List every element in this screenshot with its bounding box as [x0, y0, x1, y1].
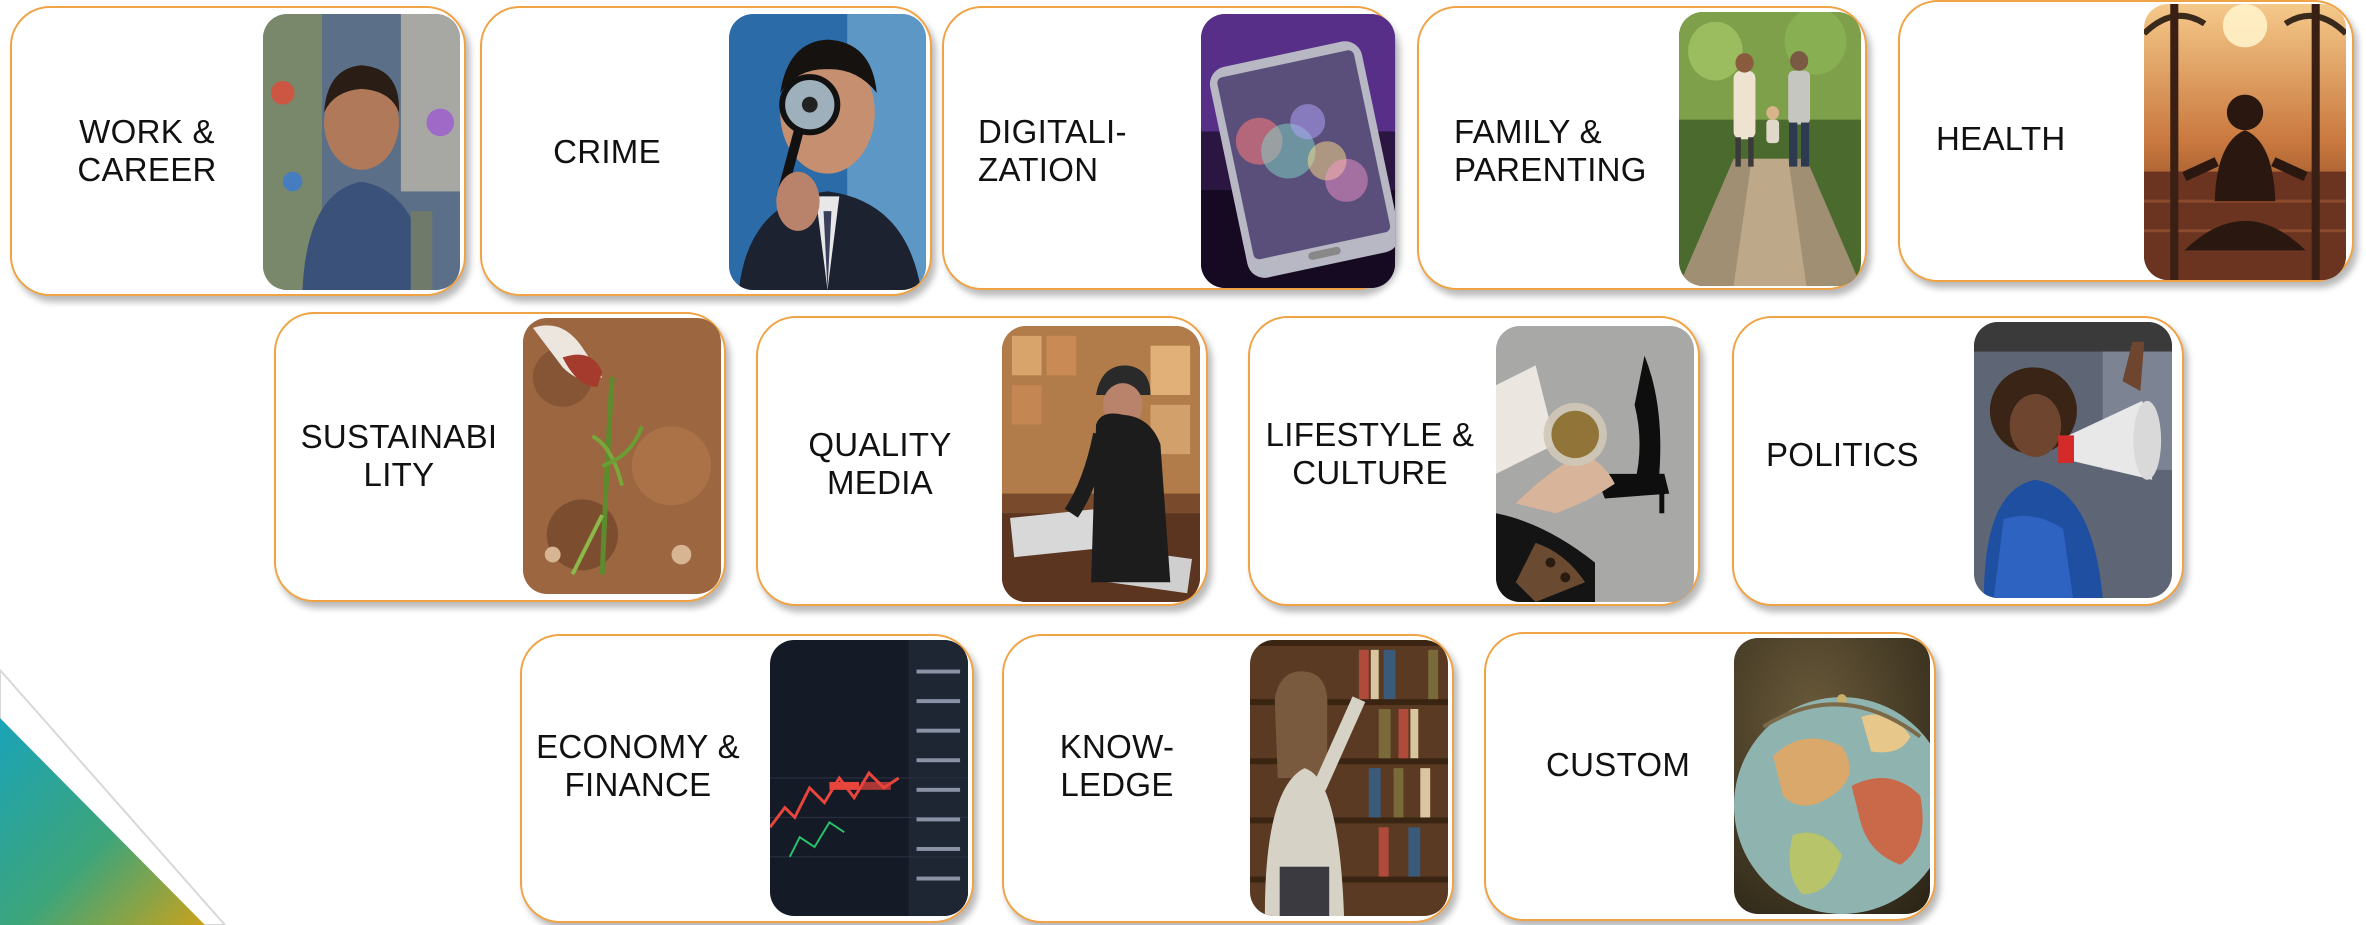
topic-label: SUSTAINABI LITY	[300, 418, 498, 493]
topic-card-knowledge[interactable]: KNOW- LEDGE	[1002, 634, 1454, 923]
topic-label: KNOW- LEDGE	[1059, 728, 1175, 803]
globe-photo	[1734, 638, 1930, 914]
topic-card-family-parenting[interactable]: FAMILY & PARENTING	[1417, 6, 1867, 290]
smartphone-bokeh-photo	[1201, 14, 1395, 288]
topic-card-custom[interactable]: CUSTOM	[1484, 632, 1936, 921]
topic-label: WORK & CAREER	[77, 113, 217, 188]
topic-card-crime[interactable]: CRIME	[480, 6, 932, 296]
high-heels-tea-photo	[1496, 326, 1694, 602]
topic-card-economy-finance[interactable]: ECONOMY & FINANCE	[520, 634, 974, 923]
man-backpack-photo	[263, 14, 460, 290]
meditation-sunset-photo	[2144, 4, 2346, 280]
topic-card-work-career[interactable]: WORK & CAREER	[10, 6, 466, 296]
stock-chart-screen-photo	[770, 640, 968, 916]
topic-label: QUALITY MEDIA	[808, 426, 952, 501]
planting-seedling-photo	[523, 318, 721, 594]
topic-label: HEALTH	[1936, 120, 2066, 157]
family-walking-path-photo	[1679, 12, 1861, 286]
topic-label: CUSTOM	[1546, 746, 1691, 783]
newsstand-reader-photo	[1002, 326, 1200, 602]
topic-card-health[interactable]: HEALTH	[1898, 0, 2354, 282]
topic-label: FAMILY & PARENTING	[1454, 113, 1647, 188]
topic-label: DIGITALI- ZATION	[978, 113, 1127, 188]
megaphone-protest-photo	[1974, 322, 2172, 598]
topic-card-sustainability[interactable]: SUSTAINABI LITY	[274, 312, 726, 602]
topic-card-politics[interactable]: POLITICS	[1732, 316, 2184, 606]
magnifying-glass-photo	[729, 14, 926, 290]
library-bookshelf-photo	[1250, 640, 1448, 916]
topic-selection-board: WORK & CAREER CRIME DIGITALI- ZATION FAM…	[0, 0, 2366, 925]
topic-label: ECONOMY & FINANCE	[536, 728, 740, 803]
topic-label: LIFESTYLE & CULTURE	[1265, 416, 1475, 491]
topic-label: POLITICS	[1766, 436, 1919, 473]
topic-label: CRIME	[553, 133, 661, 170]
topic-card-lifestyle-culture[interactable]: LIFESTYLE & CULTURE	[1248, 316, 1700, 606]
topic-card-digitalization[interactable]: DIGITALI- ZATION	[942, 6, 1396, 290]
topic-card-quality-media[interactable]: QUALITY MEDIA	[756, 316, 1208, 606]
